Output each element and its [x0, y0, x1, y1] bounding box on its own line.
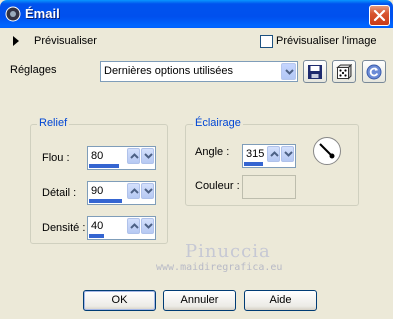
detail-spinner[interactable]: 90 — [87, 181, 156, 205]
chevron-up-icon — [130, 223, 139, 229]
title-bar: Émail — [0, 0, 393, 28]
preset-select-value: Dernières options utilisées — [104, 65, 234, 77]
chevron-up-icon — [270, 151, 279, 157]
blur-decrease-button[interactable] — [141, 148, 154, 164]
density-spinner[interactable]: 40 — [87, 216, 156, 240]
reset-button[interactable] — [362, 60, 386, 83]
expand-preview-icon[interactable] — [12, 36, 20, 46]
close-icon — [373, 9, 386, 22]
chevron-down-icon — [285, 69, 294, 75]
chevron-up-icon — [130, 188, 139, 194]
blur-spinner[interactable]: 80 — [87, 146, 156, 170]
density-increase-button[interactable] — [127, 218, 140, 234]
density-value: 40 — [91, 220, 104, 232]
blur-label: Flou : — [42, 152, 70, 164]
preview-image-checkbox[interactable] — [260, 35, 273, 48]
detail-value: 90 — [91, 185, 104, 197]
chevron-down-icon — [144, 188, 153, 194]
angle-level-bar — [244, 162, 263, 166]
chevron-down-icon — [284, 151, 293, 157]
blur-level-bar — [89, 164, 119, 168]
relief-group-title: Relief — [37, 117, 70, 129]
detail-decrease-button[interactable] — [141, 183, 154, 199]
angle-label: Angle : — [195, 146, 230, 158]
density-decrease-button[interactable] — [141, 218, 154, 234]
lighting-group-title: Éclairage — [193, 117, 243, 129]
close-button[interactable] — [369, 5, 390, 26]
angle-decrease-button[interactable] — [281, 146, 294, 162]
detail-increase-button[interactable] — [127, 183, 140, 199]
detail-label: Détail : — [42, 187, 77, 199]
chevron-down-icon — [144, 153, 153, 159]
blur-increase-button[interactable] — [127, 148, 140, 164]
density-label: Densité : — [42, 222, 86, 234]
cancel-button[interactable]: Annuler — [163, 290, 236, 311]
blur-value: 80 — [91, 150, 104, 162]
email-dialog: Émail Prévisualiser Prévisualiser l'imag… — [0, 0, 393, 319]
chevron-up-icon — [130, 153, 139, 159]
reset-icon — [366, 64, 382, 80]
angle-increase-button[interactable] — [267, 146, 280, 162]
save-preset-button[interactable] — [303, 60, 327, 83]
color-label: Couleur : — [195, 180, 240, 192]
chevron-down-icon — [144, 223, 153, 229]
preview-image-label[interactable]: Prévisualiser l'image — [276, 35, 377, 47]
watermark-url: www.maidiregrafica.eu — [156, 262, 283, 273]
window-title: Émail — [25, 6, 60, 21]
dice-icon — [336, 64, 352, 80]
light-color-swatch[interactable] — [242, 175, 296, 199]
angle-spinner[interactable]: 315 — [242, 144, 296, 168]
settings-label: Réglages — [10, 64, 57, 76]
preset-dropdown-button[interactable] — [281, 63, 296, 80]
ok-button[interactable]: OK — [83, 290, 156, 311]
app-icon — [5, 6, 21, 22]
save-icon — [308, 65, 322, 79]
density-level-bar — [89, 234, 104, 238]
watermark-name: Pinuccia — [185, 241, 271, 262]
angle-dial[interactable] — [312, 136, 342, 166]
random-settings-button[interactable] — [332, 60, 356, 83]
help-button[interactable]: Aide — [244, 290, 317, 311]
preset-select[interactable]: Dernières options utilisées — [100, 61, 298, 82]
preview-label[interactable]: Prévisualiser — [34, 35, 97, 47]
angle-value: 315 — [246, 148, 265, 160]
detail-level-bar — [89, 199, 122, 203]
